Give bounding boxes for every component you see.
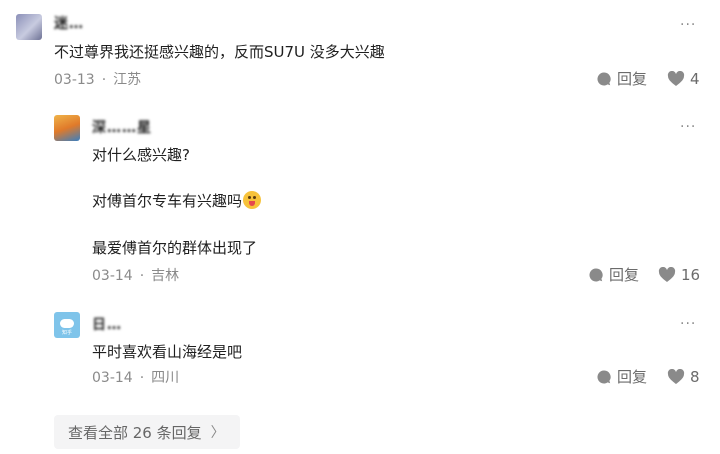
reply-label: 回复 (617, 70, 648, 88)
reply-meta: 03-14 · 吉林 (92, 267, 179, 285)
like-button[interactable]: 16 (658, 266, 700, 284)
comment-location: 江苏 (113, 72, 142, 88)
view-all-replies-button[interactable]: 查看全部 26 条回复 〉 (54, 415, 240, 449)
comment-text: 不过尊界我还挺感兴趣的，反而SU7U 没多大兴趣 (54, 43, 385, 61)
comment-meta: 03-13 · 江苏 (54, 71, 141, 89)
reply-location: 四川 (151, 370, 180, 386)
reply-icon (589, 268, 603, 282)
reply-label: 回复 (609, 266, 640, 284)
reply-text-line: 对什么感兴趣? (92, 146, 190, 164)
heart-icon (667, 71, 685, 86)
reply-icon (597, 72, 611, 86)
heart-icon (667, 369, 685, 384)
reply-text-line: 平时喜欢看山海经是吧 (92, 343, 243, 361)
heart-icon (658, 267, 676, 282)
comment-date: 03-13 (54, 72, 95, 88)
avatar[interactable] (54, 115, 80, 141)
more-options-icon[interactable]: ··· (680, 18, 696, 32)
reply-text-segment: 对傅首尔专车有兴趣吗 (92, 192, 243, 210)
username[interactable]: 迷… (54, 13, 84, 33)
username[interactable]: 深……星 (92, 117, 152, 137)
reply-text-line: 对傅首尔专车有兴趣吗 (92, 191, 262, 211)
separator-dot: · (139, 370, 145, 386)
more-options-icon[interactable]: ··· (680, 317, 696, 331)
reply-button[interactable]: 回复 (596, 70, 647, 88)
avatar[interactable]: 知乎 (54, 312, 80, 338)
reply-button[interactable]: 回复 (596, 368, 647, 386)
separator-dot: · (101, 72, 107, 88)
reply-button[interactable]: 回复 (588, 266, 639, 284)
reply-date: 03-14 (92, 268, 133, 284)
like-count: 4 (690, 70, 700, 88)
chevron-right-icon: 〉 (210, 425, 225, 441)
cloud-icon (60, 319, 74, 328)
like-button[interactable]: 8 (667, 368, 700, 386)
avatar-caption: 知乎 (61, 330, 72, 336)
reply-label: 回复 (617, 368, 648, 386)
like-button[interactable]: 4 (667, 70, 700, 88)
view-all-label: 查看全部 26 条回复 (68, 423, 202, 442)
more-options-icon[interactable]: ··· (680, 120, 696, 134)
username[interactable]: 日… (92, 314, 122, 334)
avatar[interactable] (16, 14, 42, 40)
reply-meta: 03-14 · 四川 (92, 369, 179, 387)
like-count: 8 (690, 368, 700, 386)
drooling-face-emoji (243, 191, 262, 209)
reply-location: 吉林 (151, 268, 180, 284)
reply-text-line: 最爱傅首尔的群体出现了 (92, 239, 258, 257)
reply-date: 03-14 (92, 370, 133, 386)
reply-icon (597, 370, 611, 384)
like-count: 16 (681, 266, 701, 284)
separator-dot: · (139, 268, 145, 284)
